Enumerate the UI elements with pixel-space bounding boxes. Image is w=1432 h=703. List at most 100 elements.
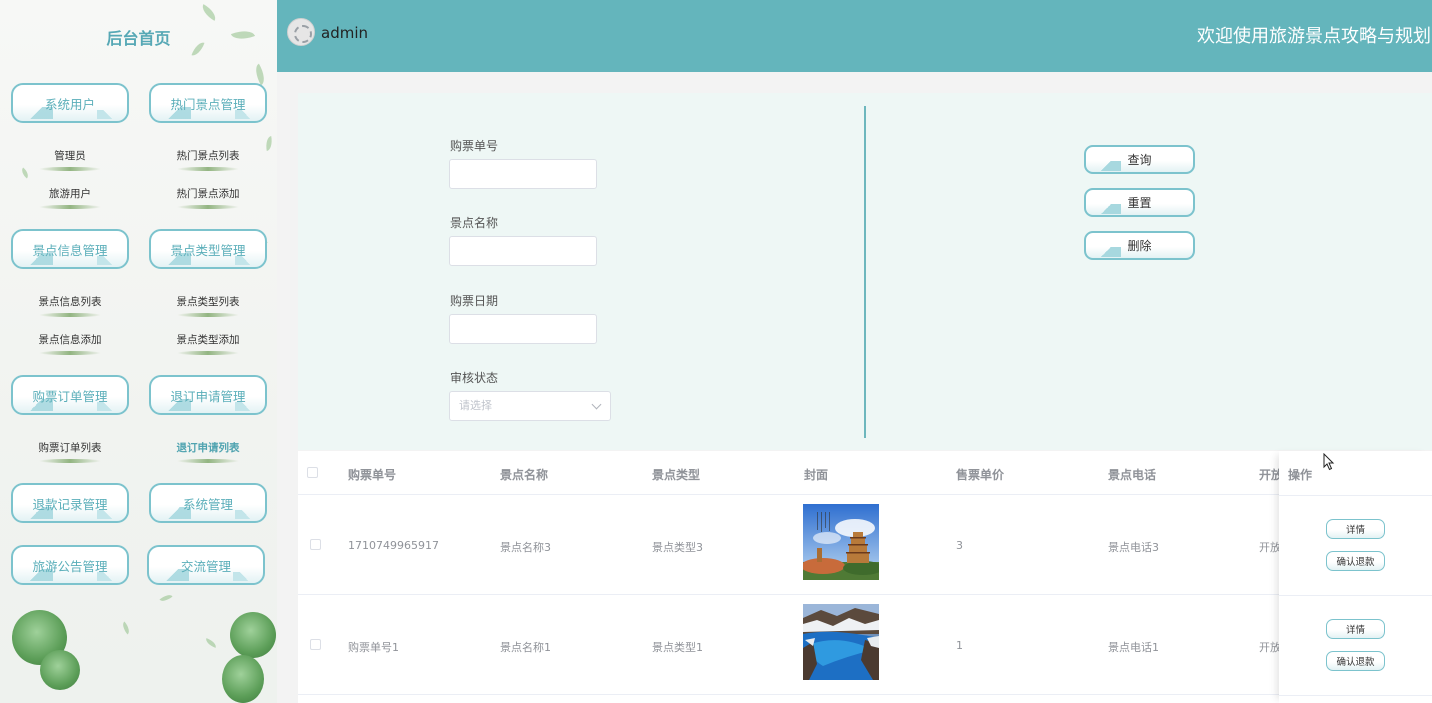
menu-system-users[interactable]: 系统用户 [11, 83, 129, 123]
sidebar-item-label: 热门景点添加 [176, 188, 240, 200]
menu-hot-spots[interactable]: 热门景点管理 [149, 83, 267, 123]
menu-label: 热门景点管理 [170, 96, 246, 112]
order-no-label: 购票单号 [450, 139, 499, 153]
purchase-date-input[interactable] [449, 314, 597, 344]
lotus-leaf-decoration [230, 612, 276, 658]
welcome-banner: 欢迎使用旅游景点攻略与规划系 [1197, 26, 1432, 47]
menu-refund-records[interactable]: 退款记录管理 [11, 483, 129, 523]
cell-spot-type: 景点类型1 [652, 641, 703, 654]
sidebar-item-label: 退订申请列表 [176, 442, 240, 454]
button-label: 详情 [1345, 525, 1365, 536]
cell-open: 开放 [1259, 541, 1281, 554]
row-checkbox[interactable] [310, 639, 321, 650]
cell-price: 3 [956, 539, 963, 552]
menu-label: 系统管理 [182, 496, 233, 512]
select-all-checkbox[interactable] [307, 467, 318, 478]
data-table: 购票单号 景点名称 景点类型 封面 售票单价 景点电话 开放 171074996… [298, 451, 1432, 703]
menu-label: 交流管理 [180, 558, 231, 574]
query-button[interactable]: 查询 [1084, 145, 1195, 174]
cover-image-pagoda[interactable] [803, 504, 879, 580]
menu-label: 旅游公告管理 [32, 558, 108, 574]
sidebar-item-label: 景点类型添加 [176, 334, 240, 346]
sidebar-item-hot-spot-add[interactable]: 热门景点添加 [158, 186, 258, 209]
leaf-decoration [204, 638, 218, 648]
sidebar-item-spot-info-list[interactable]: 景点信息列表 [20, 294, 120, 317]
delete-button[interactable]: 删除 [1084, 231, 1195, 260]
sidebar-item-label: 旅游用户 [49, 188, 91, 200]
button-label: 确认退款 [1336, 557, 1375, 568]
cell-spot-type: 景点类型3 [652, 541, 703, 554]
menu-refund-requests[interactable]: 退订申请管理 [149, 375, 267, 415]
leaf-decoration [198, 4, 220, 21]
avatar[interactable] [287, 18, 315, 46]
sidebar-item-label: 热门景点列表 [176, 150, 240, 162]
sidebar-item-spot-type-list[interactable]: 景点类型列表 [158, 294, 258, 317]
order-no-input[interactable] [449, 159, 597, 189]
column-header-actions: 操作 [1288, 468, 1313, 482]
menu-label: 退款记录管理 [32, 496, 108, 512]
menu-spot-type[interactable]: 景点类型管理 [149, 229, 267, 269]
sidebar-item-spot-type-add[interactable]: 景点类型添加 [158, 332, 258, 355]
sidebar-item-label: 购票订单列表 [38, 442, 102, 454]
column-header[interactable]: 购票单号 [348, 466, 396, 483]
row-checkbox[interactable] [310, 539, 321, 550]
actions-column: 操作 详情 确认退款 详情 确认退款 [1279, 451, 1432, 703]
menu-system-management[interactable]: 系统管理 [149, 483, 267, 523]
button-label: 详情 [1345, 625, 1365, 636]
purchase-date-label: 购票日期 [450, 294, 499, 308]
menu-label: 系统用户 [44, 96, 95, 112]
sidebar-item-tourist-users[interactable]: 旅游用户 [20, 186, 120, 209]
mouse-cursor-icon [1323, 453, 1335, 471]
sidebar: 后台首页 系统用户 热门景点管理 管理员 热门景点列表 旅游用户 热门景点添加 … [0, 0, 277, 703]
cell-phone: 景点电话1 [1108, 641, 1159, 654]
sidebar-home-link[interactable]: 后台首页 [0, 25, 277, 49]
chevron-down-icon [591, 399, 602, 410]
select-placeholder: 请选择 [459, 399, 492, 412]
confirm-refund-button[interactable]: 确认退款 [1326, 551, 1385, 571]
lotus-leaf-decoration [40, 650, 80, 690]
cell-order-no: 购票单号1 [348, 641, 399, 654]
menu-communication[interactable]: 交流管理 [147, 545, 265, 585]
menu-spot-info[interactable]: 景点信息管理 [11, 229, 129, 269]
menu-ticket-orders[interactable]: 购票订单管理 [11, 375, 129, 415]
leaf-decoration [159, 591, 173, 605]
sidebar-item-spot-info-add[interactable]: 景点信息添加 [20, 332, 120, 355]
lotus-leaf-decoration [222, 655, 264, 703]
top-header: admin 欢迎使用旅游景点攻略与规划系 [277, 0, 1432, 72]
cover-image-river-canyon[interactable] [803, 604, 879, 680]
detail-button[interactable]: 详情 [1326, 619, 1385, 639]
menu-announcements[interactable]: 旅游公告管理 [11, 545, 129, 585]
sidebar-item-ticket-order-list[interactable]: 购票订单列表 [20, 440, 120, 463]
spot-name-input[interactable] [449, 236, 597, 266]
button-label: 确认退款 [1336, 657, 1375, 668]
username[interactable]: admin [321, 24, 368, 42]
button-label: 删除 [1127, 239, 1152, 253]
sidebar-item-label: 管理员 [54, 150, 86, 162]
cell-spot-name: 景点名称3 [500, 541, 551, 554]
sidebar-item-admin[interactable]: 管理员 [20, 148, 120, 171]
menu-label: 景点信息管理 [32, 242, 108, 258]
column-header[interactable]: 售票单价 [956, 466, 1004, 483]
sidebar-item-label: 景点信息列表 [38, 296, 102, 308]
cell-open: 开放 [1259, 641, 1281, 654]
detail-button[interactable]: 详情 [1326, 519, 1385, 539]
menu-label: 退订申请管理 [170, 388, 246, 404]
menu-label: 景点类型管理 [170, 242, 246, 258]
table-header: 购票单号 景点名称 景点类型 封面 售票单价 景点电话 开放 [298, 451, 1432, 495]
column-header[interactable]: 景点类型 [652, 466, 700, 483]
table-row: 1710749965917 景点名称3 景点类型3 3 景点电话3 开放 [298, 495, 1432, 595]
column-header[interactable]: 景点名称 [500, 466, 548, 483]
column-header[interactable]: 景点电话 [1108, 466, 1156, 483]
sidebar-title: 后台首页 [106, 29, 171, 48]
sidebar-item-refund-request-list[interactable]: 退订申请列表 [158, 440, 258, 463]
reset-button[interactable]: 重置 [1084, 188, 1195, 217]
cell-phone: 景点电话3 [1108, 541, 1159, 554]
sidebar-item-label: 景点类型列表 [176, 296, 240, 308]
sidebar-item-label: 景点信息添加 [38, 334, 102, 346]
leaf-decoration [264, 135, 274, 152]
search-divider [864, 106, 866, 438]
spot-name-label: 景点名称 [450, 216, 499, 230]
sidebar-item-hot-spot-list[interactable]: 热门景点列表 [158, 148, 258, 171]
confirm-refund-button[interactable]: 确认退款 [1326, 651, 1385, 671]
audit-status-select[interactable]: 请选择 [449, 391, 611, 421]
